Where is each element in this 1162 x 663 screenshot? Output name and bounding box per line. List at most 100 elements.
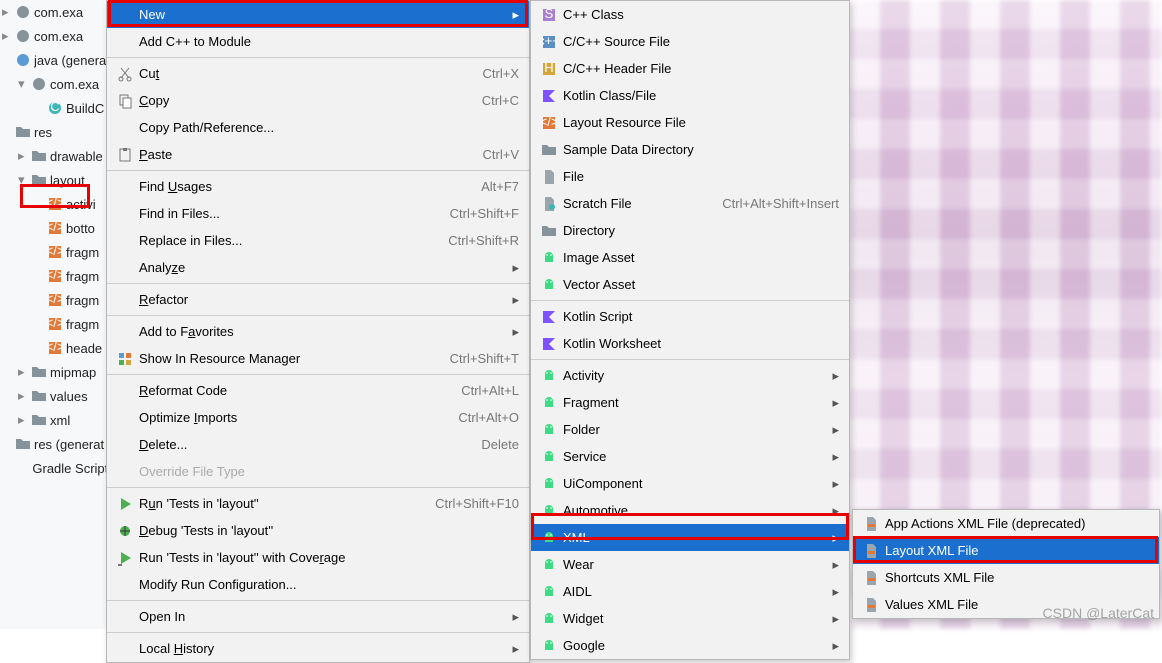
new-submenu-item[interactable]: Fragment ▸ xyxy=(531,389,849,416)
new-submenu-item[interactable]: Vector Asset xyxy=(531,271,849,298)
new-submenu-item[interactable]: Kotlin Worksheet xyxy=(531,330,849,357)
context-menu-item[interactable]: Find Usages Alt+F7 xyxy=(107,173,529,200)
new-submenu-item[interactable]: c++ C/C++ Source File xyxy=(531,28,849,55)
new-submenu-item[interactable]: Wear ▸ xyxy=(531,551,849,578)
tree-item[interactable]: ▾ com.exa xyxy=(0,72,110,96)
tree-item[interactable]: </> fragm xyxy=(0,312,110,336)
context-menu-item[interactable]: Replace in Files... Ctrl+Shift+R xyxy=(107,227,529,254)
context-menu-item[interactable]: Add C++ to Module xyxy=(107,28,529,55)
menu-label: Widget xyxy=(559,611,827,626)
menu-label: Find Usages xyxy=(135,179,461,194)
tree-item[interactable]: ▸ values xyxy=(0,384,110,408)
xml-submenu-item[interactable]: App Actions XML File (deprecated) xyxy=(853,510,1159,537)
tree-item[interactable]: ▸ com.exa xyxy=(0,24,110,48)
menu-label: Image Asset xyxy=(559,250,839,265)
android-icon xyxy=(539,277,559,293)
new-submenu-item[interactable]: Kotlin Script xyxy=(531,303,849,330)
tree-item[interactable]: res (generat xyxy=(0,432,110,456)
new-submenu-item[interactable]: AIDL ▸ xyxy=(531,578,849,605)
context-menu-item[interactable]: Delete... Delete xyxy=(107,431,529,458)
tree-item[interactable]: res xyxy=(0,120,110,144)
menu-label: Analyze xyxy=(135,260,507,275)
new-submenu-item[interactable]: Kotlin Class/File xyxy=(531,82,849,109)
tree-item[interactable]: </> fragm xyxy=(0,264,110,288)
android-icon xyxy=(539,584,559,600)
menu-label: Open In xyxy=(135,609,507,624)
menu-label: Run 'Tests in 'layout'' with Coverage xyxy=(135,550,519,565)
xmlf-icon xyxy=(861,597,881,613)
context-menu-item[interactable]: Copy Ctrl+C xyxy=(107,87,529,114)
xml-icon: </> xyxy=(539,115,559,131)
context-menu-item[interactable]: Paste Ctrl+V xyxy=(107,141,529,168)
submenu-xml: App Actions XML File (deprecated) Layout… xyxy=(852,509,1160,619)
new-submenu-item[interactable]: Widget ▸ xyxy=(531,605,849,632)
tree-label: fragm xyxy=(66,269,99,284)
tree-item[interactable]: </> activi xyxy=(0,192,110,216)
new-submenu-item[interactable]: S C++ Class xyxy=(531,1,849,28)
context-menu-item[interactable]: Analyze ▸ xyxy=(107,254,529,281)
new-submenu-item[interactable]: Automotive ▸ xyxy=(531,497,849,524)
context-menu-item[interactable]: New ▸ xyxy=(107,1,529,28)
menu-label: Debug 'Tests in 'layout'' xyxy=(135,523,519,538)
kotlin-icon xyxy=(539,88,559,104)
menu-label: Sample Data Directory xyxy=(559,142,839,157)
pkg-icon xyxy=(31,76,47,92)
menu-label: C++ Class xyxy=(559,7,839,22)
new-submenu-item[interactable]: Image Asset xyxy=(531,244,849,271)
xml-icon: </> xyxy=(47,268,63,284)
tree-item[interactable]: </> fragm xyxy=(0,240,110,264)
menu-label: Fragment xyxy=(559,395,827,410)
context-menu-item[interactable]: Show In Resource Manager Ctrl+Shift+T xyxy=(107,345,529,372)
context-menu-item[interactable]: Debug 'Tests in 'layout'' xyxy=(107,517,529,544)
new-submenu-item[interactable]: XML ▸ xyxy=(531,524,849,551)
xml-icon: </> xyxy=(47,244,63,260)
tree-label: com.exa xyxy=(50,77,99,92)
context-menu-item[interactable]: Optimize Imports Ctrl+Alt+O xyxy=(107,404,529,431)
xml-submenu-item[interactable]: Layout XML File xyxy=(853,537,1159,564)
new-submenu-item[interactable]: </> Layout Resource File xyxy=(531,109,849,136)
tree-item[interactable]: C BuildC xyxy=(0,96,110,120)
context-menu-item[interactable]: Run 'Tests in 'layout'' Ctrl+Shift+F10 xyxy=(107,490,529,517)
new-submenu-item[interactable]: Directory xyxy=(531,217,849,244)
tree-item[interactable]: ▸ xml xyxy=(0,408,110,432)
context-menu-item[interactable]: Override File Type xyxy=(107,458,529,485)
context-menu-item[interactable]: Cut Ctrl+X xyxy=(107,60,529,87)
menu-shortcut: Ctrl+Shift+F xyxy=(430,206,519,221)
submenu-arrow-icon: ▸ xyxy=(827,557,839,573)
new-submenu-item[interactable]: Google ▸ xyxy=(531,632,849,659)
svg-text:</>: </> xyxy=(47,244,63,258)
menu-label: Cut xyxy=(135,66,463,81)
new-submenu-item[interactable]: Activity ▸ xyxy=(531,362,849,389)
xml-submenu-item[interactable]: Shortcuts XML File xyxy=(853,564,1159,591)
context-menu-item[interactable]: Modify Run Configuration... xyxy=(107,571,529,598)
svg-text:</>: </> xyxy=(541,115,557,129)
new-submenu-item[interactable]: Folder ▸ xyxy=(531,416,849,443)
tree-item[interactable]: </> fragm xyxy=(0,288,110,312)
context-menu-item[interactable]: Local History ▸ xyxy=(107,635,529,662)
menu-label: Kotlin Script xyxy=(559,309,839,324)
submenu-arrow-icon: ▸ xyxy=(507,641,519,657)
xmlf-icon xyxy=(861,570,881,586)
tree-item[interactable]: ▸ com.exa xyxy=(0,0,110,24)
submenu-new: S C++ Class c++ C/C++ Source File H C/C+… xyxy=(530,0,850,660)
tree-item[interactable]: ▾ layout xyxy=(0,168,110,192)
context-menu-item[interactable]: Find in Files... Ctrl+Shift+F xyxy=(107,200,529,227)
tree-item[interactable]: </> heade xyxy=(0,336,110,360)
tree-item[interactable]: java (genera xyxy=(0,48,110,72)
new-submenu-item[interactable]: File xyxy=(531,163,849,190)
tree-item[interactable]: </> botto xyxy=(0,216,110,240)
new-submenu-item[interactable]: Service ▸ xyxy=(531,443,849,470)
tree-item[interactable]: ▸ drawable xyxy=(0,144,110,168)
new-submenu-item[interactable]: Scratch File Ctrl+Alt+Shift+Insert xyxy=(531,190,849,217)
new-submenu-item[interactable]: H C/C++ Header File xyxy=(531,55,849,82)
tree-item[interactable]: ▸ mipmap xyxy=(0,360,110,384)
new-submenu-item[interactable]: UiComponent ▸ xyxy=(531,470,849,497)
context-menu-item[interactable]: Reformat Code Ctrl+Alt+L xyxy=(107,377,529,404)
new-submenu-item[interactable]: Sample Data Directory xyxy=(531,136,849,163)
context-menu-item[interactable]: Refactor ▸ xyxy=(107,286,529,313)
tree-item[interactable]: Gradle Scripts xyxy=(0,456,110,480)
context-menu-item[interactable]: Add to Favorites ▸ xyxy=(107,318,529,345)
context-menu-item[interactable]: Copy Path/Reference... xyxy=(107,114,529,141)
context-menu-item[interactable]: Run 'Tests in 'layout'' with Coverage xyxy=(107,544,529,571)
context-menu-item[interactable]: Open In ▸ xyxy=(107,603,529,630)
